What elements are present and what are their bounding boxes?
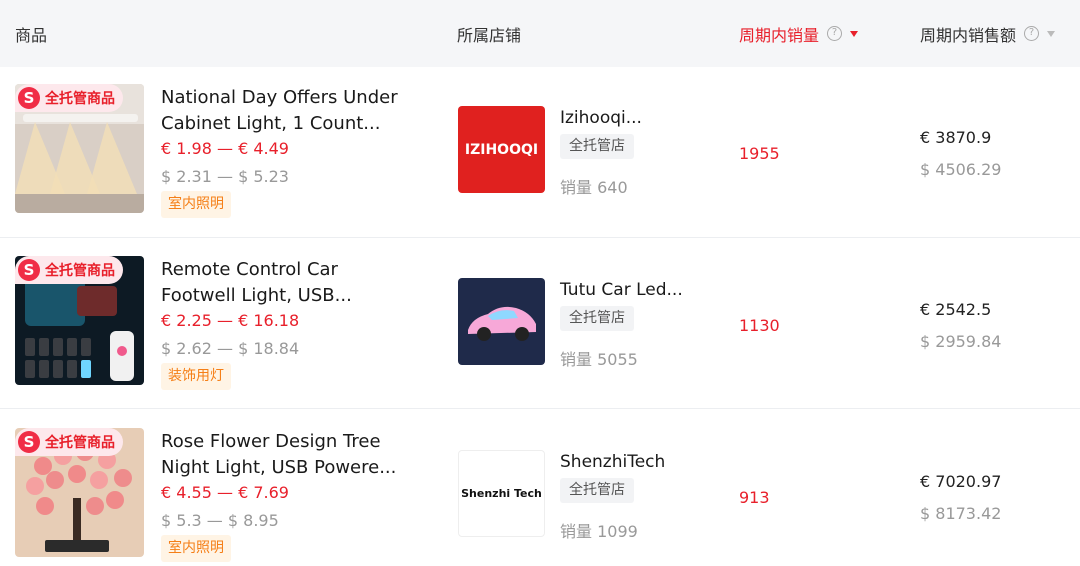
price-eur: € 4.55 — € 7.69 [161, 483, 289, 502]
product-image[interactable]: S 全托管商品 [15, 84, 144, 213]
shop-name[interactable]: Izihooqi... [560, 108, 642, 128]
badge-label: 全托管商品 [45, 91, 115, 107]
shop-logo[interactable]: IZIHOOQI [458, 106, 545, 193]
revenue-usd: $ 8173.42 [920, 504, 1002, 523]
badge-s-icon: S [18, 87, 40, 109]
period-sales-header-label: 周期内销量 [739, 25, 820, 45]
category-tag: 室内照明 [161, 191, 231, 218]
price-usd: $ 2.31 — $ 5.23 [161, 167, 289, 186]
column-header-shop: 所属店铺 [457, 25, 522, 45]
price-eur: € 2.25 — € 16.18 [161, 311, 300, 330]
price-usd: $ 2.62 — $ 18.84 [161, 339, 300, 358]
price-eur: € 1.98 — € 4.49 [161, 139, 289, 158]
shop-tag: 全托管店 [560, 478, 634, 503]
shop-logo-text: Shenzhi Tech [461, 487, 542, 500]
shop-name[interactable]: Tutu Car Led... [560, 280, 683, 300]
table-row[interactable]: S 全托管商品 Remote Control Car Footwell Ligh… [0, 238, 1080, 409]
table-row[interactable]: S 全托管商品 National Day Offers Under Cabine… [0, 67, 1080, 238]
shop-sales: 销量 640 [560, 178, 628, 197]
badge-label: 全托管商品 [45, 263, 115, 279]
badge-label: 全托管商品 [45, 435, 115, 451]
sort-caret-icon[interactable] [1047, 30, 1056, 37]
product-title-line: Night Light, USB Powere... [161, 457, 397, 478]
price-usd: $ 5.3 — $ 8.95 [161, 511, 279, 530]
revenue-eur: € 7020.97 [920, 472, 1002, 491]
shop-logo-text: IZIHOOQI [464, 141, 539, 158]
shop-tag: 全托管店 [560, 134, 634, 159]
help-icon[interactable]: ? [827, 26, 843, 41]
period-sales-value: 913 [739, 488, 770, 507]
product-title[interactable]: Remote Control Car Footwell Light, USB..… [161, 257, 431, 309]
column-header-period-sales[interactable]: 周期内销量 ? [739, 0, 859, 67]
table-header: 商品 所属店铺 周期内销量 ? 周期内销售额 ? [0, 0, 1080, 67]
product-image[interactable]: S 全托管商品 [15, 428, 144, 557]
table-row[interactable]: S 全托管商品 Rose Flower Design Tree Night Li… [0, 409, 1080, 566]
column-header-product: 商品 [15, 25, 48, 45]
badge-s-icon: S [18, 431, 40, 453]
fully-managed-badge: S 全托管商品 [15, 84, 123, 112]
fully-managed-badge: S 全托管商品 [15, 428, 123, 456]
category-tag: 室内照明 [161, 535, 231, 562]
product-title-line: National Day Offers Under [161, 87, 398, 108]
shop-sales: 销量 5055 [560, 350, 638, 369]
shop-sales: 销量 1099 [560, 522, 638, 541]
period-sales-value: 1130 [739, 316, 780, 335]
revenue-usd: $ 2959.84 [920, 332, 1002, 351]
revenue-eur: € 3870.9 [920, 128, 992, 147]
help-icon[interactable]: ? [1024, 26, 1040, 41]
sort-desc-icon[interactable] [850, 30, 859, 37]
product-title[interactable]: National Day Offers Under Cabinet Light,… [161, 85, 431, 137]
product-title-line: Footwell Light, USB... [161, 285, 352, 306]
shop-name[interactable]: ShenzhiTech [560, 452, 665, 472]
column-header-period-revenue[interactable]: 周期内销售额 ? [920, 0, 1056, 67]
shop-tag: 全托管店 [560, 306, 634, 331]
category-tag: 装饰用灯 [161, 363, 231, 390]
period-sales-value: 1955 [739, 144, 780, 163]
revenue-eur: € 2542.5 [920, 300, 992, 319]
product-title-line: Cabinet Light, 1 Count... [161, 113, 381, 134]
car-logo-image [458, 278, 545, 365]
shop-logo[interactable]: Shenzhi Tech [458, 450, 545, 537]
product-title-line: Remote Control Car [161, 259, 338, 280]
fully-managed-badge: S 全托管商品 [15, 256, 123, 284]
product-image[interactable]: S 全托管商品 [15, 256, 144, 385]
product-title[interactable]: Rose Flower Design Tree Night Light, USB… [161, 429, 431, 481]
shop-logo[interactable] [458, 278, 545, 365]
product-title-line: Rose Flower Design Tree [161, 431, 381, 452]
badge-s-icon: S [18, 259, 40, 281]
revenue-usd: $ 4506.29 [920, 160, 1002, 179]
period-revenue-header-label: 周期内销售额 [920, 25, 1017, 45]
